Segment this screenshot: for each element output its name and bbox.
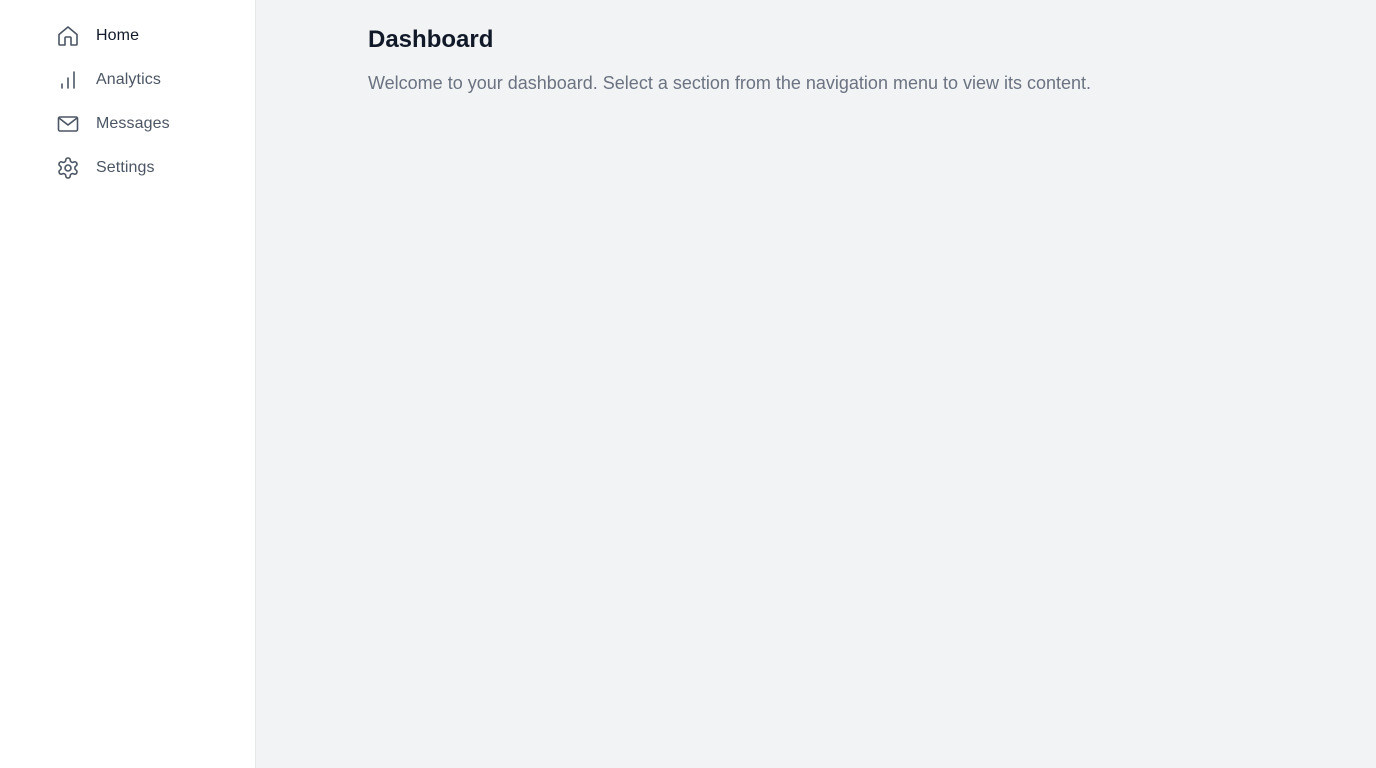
sidebar-item-label: Home [96,27,140,44]
app-root: Home Analytics Messages Settings Dashboa… [0,0,1376,768]
sidebar-item-messages[interactable]: Messages [0,102,255,146]
page-description: Welcome to your dashboard. Select a sect… [368,73,1092,93]
sidebar-item-label: Settings [96,159,155,176]
sidebar: Home Analytics Messages Settings [0,0,256,768]
sidebar-item-home[interactable]: Home [0,14,255,58]
page-title: Dashboard [368,26,494,53]
sidebar-item-label: Analytics [96,71,161,88]
home-icon [56,24,80,48]
sidebar-item-label: Messages [96,115,170,132]
gear-icon [56,156,80,180]
bar-chart-icon [56,68,80,92]
sidebar-item-settings[interactable]: Settings [0,146,255,190]
mail-icon [56,112,80,136]
main-content: Dashboard Welcome to your dashboard. Sel… [256,0,1376,768]
sidebar-item-analytics[interactable]: Analytics [0,58,255,102]
